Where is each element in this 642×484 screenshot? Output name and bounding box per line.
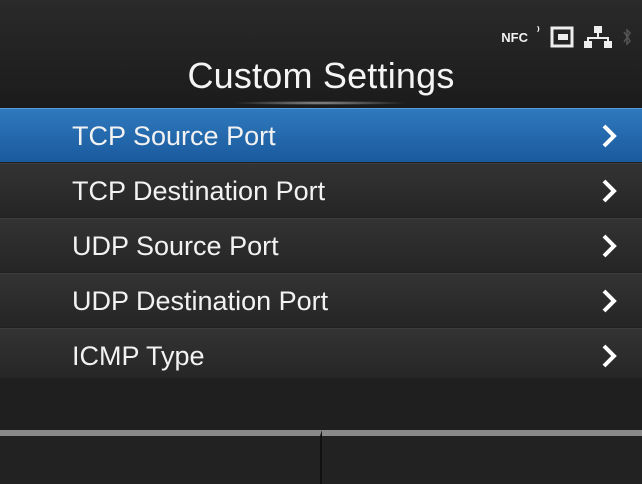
header: NFC ⁾ Custom Settings [0,0,642,108]
network-icon [584,26,612,48]
nfc-waves: ⁾ [536,23,540,38]
menu-item-icmp-type[interactable]: ICMP Type [0,328,642,382]
menu-item-tcp-destination-port[interactable]: TCP Destination Port [0,163,642,217]
nfc-label: NFC [501,29,528,45]
page-title: Custom Settings [187,55,455,96]
sd-card-icon [550,26,574,48]
chevron-right-icon [602,179,617,203]
empty-list-area [0,378,642,430]
nfc-icon: NFC ⁾ [501,24,540,45]
printer-screen: NFC ⁾ Custom Settings TCP Source Port TC… [0,0,642,484]
chevron-right-icon [602,234,617,258]
menu-item-label: TCP Source Port [72,121,276,151]
status-bar: NFC ⁾ [501,22,632,52]
softkey-right[interactable] [322,430,642,484]
chevron-right-icon [602,124,617,148]
menu-list: TCP Source Port TCP Destination Port UDP… [0,108,642,383]
title-underline [230,101,410,105]
menu-item-label: UDP Destination Port [72,286,329,316]
softkey-bar [0,430,642,484]
bluetooth-icon [623,28,631,46]
menu-item-label: TCP Destination Port [72,176,326,206]
chevron-right-icon [602,344,617,368]
menu-item-label: ICMP Type [72,341,205,371]
menu-item-udp-source-port[interactable]: UDP Source Port [0,218,642,272]
menu-item-tcp-source-port[interactable]: TCP Source Port [0,108,642,162]
chevron-right-icon [602,289,617,313]
softkey-left[interactable] [0,430,322,484]
menu-item-udp-destination-port[interactable]: UDP Destination Port [0,273,642,327]
menu-item-label: UDP Source Port [72,231,279,261]
